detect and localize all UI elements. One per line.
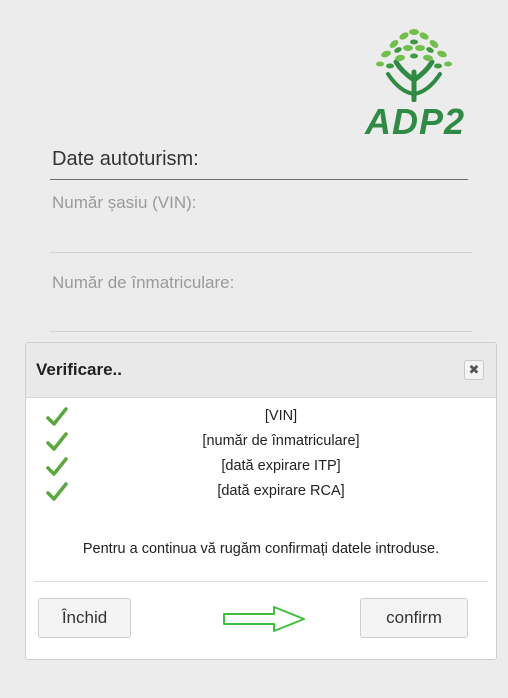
check-icon bbox=[46, 457, 68, 476]
vin-input[interactable] bbox=[50, 252, 472, 253]
check-item-plate: [număr de înmatriculare] bbox=[26, 432, 496, 456]
check-item-itp: [dată expirare ITP] bbox=[26, 457, 496, 481]
dialog-title: Verificare.. bbox=[36, 360, 123, 379]
plate-field-label: Număr de înmatriculare: bbox=[52, 273, 235, 292]
section-title: Date autoturism: bbox=[52, 148, 199, 170]
vin-field-label: Număr șasiu (VIN): bbox=[52, 193, 197, 212]
dialog-header: Verificare.. ✖ bbox=[26, 343, 496, 398]
dialog-footer-divider bbox=[34, 581, 488, 582]
check-item-rca: [dată expirare RCA] bbox=[26, 482, 496, 506]
right-arrow-icon bbox=[223, 606, 305, 632]
logo-text: ADP2 bbox=[364, 101, 466, 142]
close-icon[interactable]: ✖ bbox=[464, 360, 484, 380]
close-button[interactable]: Închid bbox=[38, 598, 131, 638]
check-item-vin: [VIN] bbox=[26, 407, 496, 431]
check-item-label: [dată expirare RCA] bbox=[217, 483, 345, 499]
section-divider bbox=[50, 179, 468, 180]
tree-logo-icon bbox=[376, 29, 452, 102]
confirm-button[interactable]: confirm bbox=[360, 598, 468, 638]
check-item-label: [dată expirare ITP] bbox=[221, 458, 341, 474]
verification-dialog: Verificare.. ✖ [VIN] [număr de înmatricu… bbox=[25, 342, 497, 660]
check-item-label: [VIN] bbox=[264, 408, 298, 424]
check-icon bbox=[46, 407, 68, 426]
plate-input[interactable] bbox=[50, 331, 472, 332]
check-icon bbox=[46, 432, 68, 451]
check-icon bbox=[46, 482, 68, 501]
adp2-logo: ADP2 bbox=[356, 22, 474, 142]
confirmation-message: Pentru a continua vă rugăm confirmați da… bbox=[82, 541, 440, 557]
check-item-label: [număr de înmatriculare] bbox=[202, 433, 360, 449]
